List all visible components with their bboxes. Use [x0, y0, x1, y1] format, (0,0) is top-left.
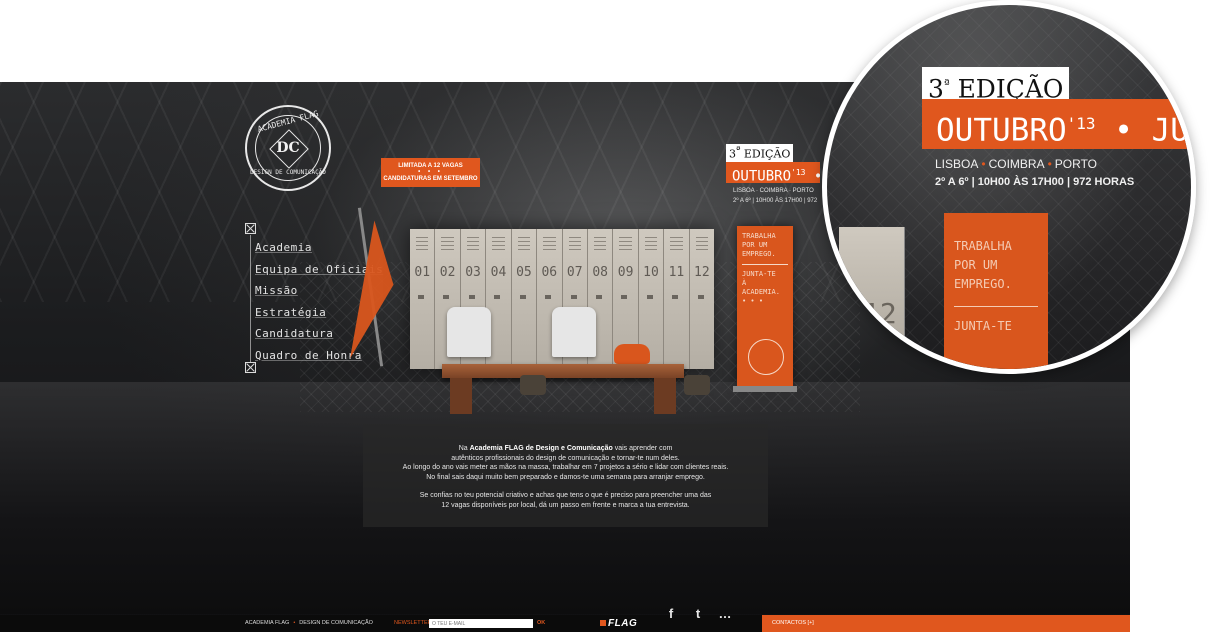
twitter-icon[interactable]: t	[687, 603, 709, 625]
footer-brand-2[interactable]: DESIGN DE COMUNICAÇÃO	[299, 620, 373, 626]
flag-logo-mark	[600, 620, 606, 626]
close-square-icon	[245, 362, 256, 373]
footer-brand: ACADEMIA FLAG • DESIGN DE COMUNICAÇÃO	[245, 615, 373, 632]
tshirt	[552, 307, 596, 357]
locker-number: 08	[592, 265, 608, 280]
zoom-month: OUTUBRO	[936, 112, 1067, 149]
intro-p1-line-4: No final sais daqui muito bem preparado …	[426, 473, 705, 481]
close-square-icon	[245, 223, 256, 234]
poster-line-4: JUNTA-TE	[742, 270, 776, 278]
edition-info-small: LISBOA · COIMBRA · PORTO 2º A 6º | 10H00…	[733, 186, 817, 206]
locker-number: 03	[465, 265, 481, 280]
intro-p1-post: vais aprender com	[612, 445, 673, 452]
zoom-edition-date: OUTUBRO'13 • JUNHO	[922, 99, 1191, 149]
zoom-hours: 2º A 6º | 10H00 ÀS 17H00 | 972 HORAS	[935, 176, 1135, 188]
menu-divider	[250, 235, 251, 362]
locker-number: 02	[439, 265, 456, 280]
intro-p1-pre: Na	[458, 445, 470, 452]
footer-bullet: •	[293, 620, 296, 626]
flag-logo-text: FLAG	[608, 618, 638, 629]
poster-line-2: POR UM	[742, 241, 768, 249]
locker: 05	[511, 229, 538, 369]
intro-p2-line-2: 12 vagas disponíveis por local, dá um pa…	[441, 501, 690, 509]
edition-hours-small: 2º A 6º | 10H00 ÀS 17H00 | 972	[733, 198, 818, 204]
locker-number: 12	[694, 265, 710, 280]
zoom-edition-ordinal: ª	[943, 77, 950, 91]
newsletter-ok-button[interactable]: OK	[537, 615, 545, 632]
locker-number: 09	[617, 265, 634, 280]
locker: 12	[689, 229, 715, 369]
locker-number: 06	[541, 265, 558, 280]
locker-number: 07	[566, 265, 583, 280]
poster-stand	[733, 386, 797, 392]
edition-ordinal: ª	[736, 145, 741, 156]
intro-p1-line-3: Ao longo do ano vais meter as mãos na ma…	[402, 464, 729, 471]
zoom-magnifier: 3ª EDIÇÃO OUTUBRO'13 • JUNHO LISBOA•COIM…	[822, 0, 1196, 374]
intro-text: Na Academia FLAG de Design e Comunicação…	[363, 424, 768, 527]
zoom-poster-line-2: POR UM	[954, 258, 998, 272]
zoom-poster: TRABALHA POR UM EMPREGO. JUNTA-TE	[944, 213, 1048, 369]
chat-bubble-icon[interactable]: …	[714, 603, 736, 625]
intro-paragraph-2: Se confias no teu potencial criativo e a…	[371, 491, 760, 510]
poster-seal	[748, 339, 784, 375]
wooden-bench	[442, 364, 684, 378]
city-lisboa: LISBOA	[935, 157, 979, 171]
footer: ACADEMIA FLAG • DESIGN DE COMUNICAÇÃO NEWS…	[0, 606, 1130, 632]
locker-number: 04	[490, 265, 507, 280]
intro-p2-line-1: Se confias no teu potencial criativo e a…	[419, 492, 712, 499]
edition-label-small: 3ª EDIÇÃO	[726, 144, 794, 162]
city-sep: •	[1047, 157, 1052, 171]
locker-number: 11	[668, 265, 685, 280]
flag-logo[interactable]: FLAG	[600, 615, 637, 632]
tshirt	[447, 307, 491, 357]
edition-sep: •	[805, 169, 820, 183]
boots	[684, 375, 710, 395]
zoom-locker-number: 12	[863, 297, 897, 330]
footer-brand-1[interactable]: ACADEMIA FLAG	[245, 620, 289, 626]
orange-bag	[614, 344, 650, 364]
zoom-year: '13	[1066, 114, 1096, 133]
academy-logo[interactable]: ACADEMIA FLAG DC DESIGN DE COMUNICAÇÃO	[245, 105, 331, 191]
locker-number: 05	[516, 265, 532, 280]
newsletter-label: NEWSLETTER	[394, 620, 432, 626]
facebook-icon[interactable]: f	[660, 603, 682, 625]
poster-line-1: TRABALHA	[742, 232, 776, 240]
edition-year: '13	[791, 168, 806, 177]
poster-line-3: EMPREGO.	[742, 250, 776, 258]
edition-cities-small: LISBOA · COIMBRA · PORTO	[733, 188, 814, 194]
logo-monogram: DC	[276, 140, 300, 156]
logo-bottom-text: DESIGN DE COMUNICAÇÃO	[250, 169, 326, 176]
locker: 11	[664, 229, 690, 369]
poster-line-5: À ACADEMIA.	[742, 279, 780, 296]
zoom-poster-line-1: TRABALHA	[954, 239, 1012, 253]
intro-paragraph-1: Na Academia FLAG de Design e Comunicação…	[371, 444, 760, 482]
edition-date-small: OUTUBRO'13 •	[726, 162, 820, 183]
locker-number: 01	[414, 265, 431, 280]
poster-dots: • • •	[742, 297, 764, 305]
edition-number: 3	[729, 147, 736, 161]
zoom-poster-line-4: JUNTA-TE	[954, 319, 1012, 333]
intro-p1-bold: Academia FLAG de Design e Comunicação	[469, 445, 613, 452]
zoom-cities: LISBOA • COIMBRA • PORTO	[935, 155, 1097, 173]
zoom-sep: •	[1114, 112, 1133, 149]
locker: 01	[410, 229, 436, 369]
zoom-month-2: JUNHO	[1151, 112, 1191, 149]
contacts-button[interactable]: CONTACTOS [+]	[762, 615, 1130, 632]
city-coimbra: COIMBRA	[988, 157, 1045, 171]
city-sep: •	[981, 157, 986, 171]
bench-leg	[654, 378, 676, 414]
banner-line-2: CANDIDATURAS EM SETEMBRO	[383, 176, 478, 182]
zoom-poster-line-3: EMPREGO.	[954, 277, 1012, 291]
edition-month: OUTUBRO	[732, 168, 792, 183]
locker-number: 10	[643, 265, 659, 280]
bench-leg	[450, 378, 472, 414]
edition-label: EDIÇÃO	[743, 147, 791, 161]
city-porto: PORTO	[1054, 157, 1098, 171]
intro-p1-line-2: autênticos profissionais do design de co…	[451, 454, 680, 462]
newsletter-email-input[interactable]	[429, 619, 533, 628]
boots	[520, 375, 546, 395]
vacancies-banner: LIMITADA A 12 VAGAS • • • CANDIDATURAS E…	[381, 158, 480, 187]
